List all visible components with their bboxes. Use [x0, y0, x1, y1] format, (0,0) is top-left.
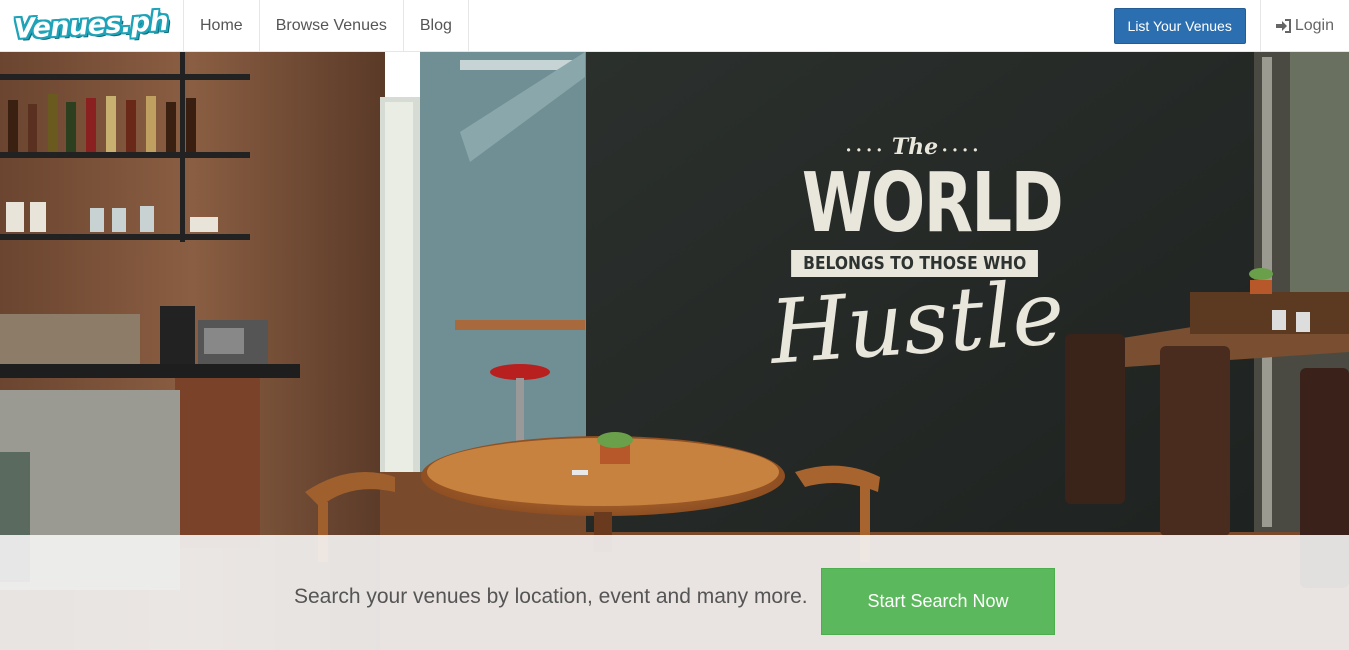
chalk-dots-right: ••••: [942, 142, 984, 157]
search-call-to-action: Search your venues by location, event an…: [0, 535, 1349, 650]
brand-logo-link[interactable]: Venues.ph: [0, 0, 184, 51]
search-tagline: Search your venues by location, event an…: [294, 585, 808, 608]
nav-browse-venues[interactable]: Browse Venues: [260, 0, 404, 51]
nav-home[interactable]: Home: [184, 0, 260, 51]
nav-blog[interactable]: Blog: [404, 0, 469, 51]
login-link[interactable]: Login: [1261, 0, 1349, 51]
chalk-world: WORLD: [801, 156, 1064, 251]
login-label: Login: [1294, 16, 1334, 34]
top-navbar: Venues.ph Home Browse Venues Blog List Y…: [0, 0, 1349, 52]
sign-in-icon: [1275, 18, 1291, 33]
chalk-hustle: Hustle: [766, 260, 1068, 384]
chalkboard-quote: •••• The •••• WORLD BELONGS TO THOSE WHO…: [767, 134, 1068, 384]
cta-wrapper: List Your Venues: [1100, 0, 1261, 51]
chalk-dots-left: ••••: [846, 142, 888, 157]
brand-logo: Venues.ph: [13, 5, 170, 46]
start-search-button[interactable]: Start Search Now: [821, 568, 1055, 635]
list-your-venues-button[interactable]: List Your Venues: [1113, 7, 1246, 44]
